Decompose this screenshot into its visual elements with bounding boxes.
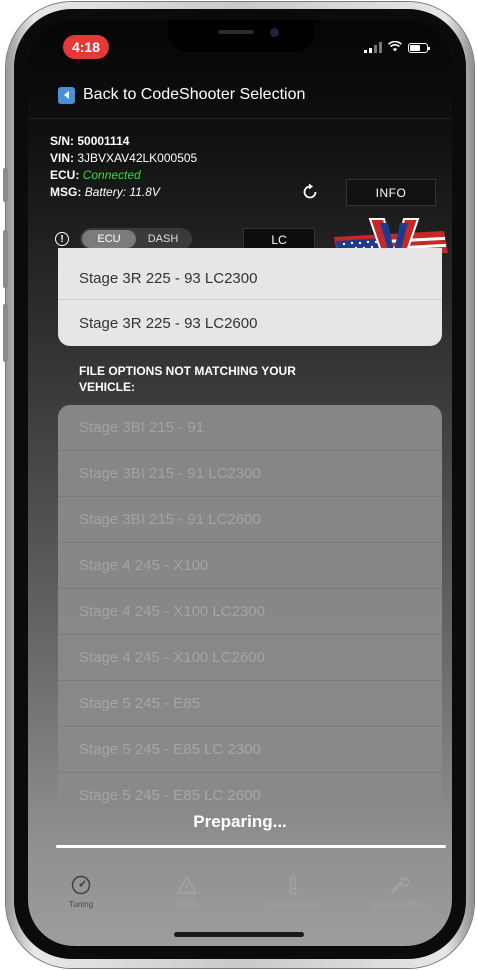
tab-data-logging[interactable]: Data Logging	[240, 868, 346, 928]
thermometer-icon	[282, 874, 304, 896]
toggle-ecu[interactable]: ECU	[82, 230, 136, 248]
status-time: 4:18	[63, 35, 109, 59]
toggle-dash[interactable]: DASH	[136, 230, 190, 248]
message-line: MSG: Battery: 11.8V	[50, 184, 197, 201]
app-screen: 4:18 Back to CodeShooter Selection S/N: …	[28, 20, 452, 946]
progress-fill	[56, 845, 446, 848]
serial-number-line: S/N: 50001114	[50, 133, 197, 150]
tab-label: DTCs	[176, 900, 198, 909]
list-item[interactable]: Stage 3BI 215 - 91	[58, 405, 442, 451]
non-matching-section-title: FILE OPTIONS NOT MATCHING YOUR VEHICLE:	[79, 364, 296, 394]
tab-device-settings[interactable]: Device Settings	[346, 868, 452, 928]
ecu-status-line: ECU: Connected	[50, 167, 197, 184]
ecu-label: ECU:	[50, 168, 80, 182]
list-item[interactable]: Stage 4 245 - X100	[58, 543, 442, 589]
list-item[interactable]: Stage 3R 225 - 93 LC2300	[58, 248, 442, 300]
msg-label: MSG:	[50, 185, 82, 199]
front-camera	[270, 28, 279, 37]
matching-files-list: Stage 3R 225 - 93 LC2300 Stage 3R 225 - …	[58, 248, 442, 346]
tab-label: Tuning	[68, 900, 94, 909]
tab-label: Data Logging	[269, 900, 317, 909]
device-info: S/N: 50001114 VIN: 3JBVXAV42LK000505 ECU…	[50, 133, 197, 201]
warning-icon	[176, 874, 198, 896]
vin-value: 3JBVXAV42LK000505	[77, 151, 198, 165]
sn-label: S/N:	[50, 134, 74, 148]
gauge-icon	[70, 874, 92, 896]
preparing-status: Preparing...	[193, 812, 287, 831]
battery-icon	[408, 42, 430, 53]
status-icons	[364, 40, 430, 54]
tab-tuning[interactable]: Tuning	[28, 868, 134, 928]
back-arrow-icon	[58, 86, 75, 104]
home-indicator	[174, 932, 304, 937]
header-divider	[28, 118, 452, 119]
silent-switch	[3, 168, 8, 202]
wrench-icon	[388, 874, 410, 896]
refresh-icon[interactable]	[300, 182, 320, 206]
wifi-icon	[388, 40, 402, 54]
notch	[168, 20, 314, 52]
vin-label: VIN:	[50, 151, 74, 165]
list-item[interactable]: Stage 3BI 215 - 91 LC2300	[58, 451, 442, 497]
ecu-dash-toggle[interactable]: ECU DASH	[80, 228, 192, 250]
non-matching-files-list: Stage 3BI 215 - 91 Stage 3BI 215 - 91 LC…	[58, 405, 442, 805]
volume-down-button	[3, 304, 8, 362]
tab-bar: Tuning DTCs Data Logging Device Settings	[28, 868, 452, 928]
list-item[interactable]: Stage 4 245 - X100 LC2600	[58, 635, 442, 681]
sn-value: 50001114	[77, 134, 130, 148]
progress-bar	[56, 845, 446, 848]
list-item[interactable]: Stage 5 245 - E85 LC 2300	[58, 727, 442, 773]
list-item[interactable]: Stage 3BI 215 - 91 LC2600	[58, 497, 442, 543]
list-item[interactable]: Stage 5 245 - E85	[58, 681, 442, 727]
cellular-signal-icon	[364, 42, 382, 53]
speaker	[218, 30, 254, 34]
tab-dtcs[interactable]: DTCs	[134, 868, 240, 928]
volume-up-button	[3, 230, 8, 288]
list-item[interactable]: Stage 5 245 - E85 LC 2600	[58, 773, 442, 805]
vin-line: VIN: 3JBVXAV42LK000505	[50, 150, 197, 167]
msg-value: Battery: 11.8V	[84, 185, 160, 199]
help-icon[interactable]: !	[55, 232, 69, 246]
tab-label: Device Settings	[371, 900, 427, 909]
back-label: Back to CodeShooter Selection	[83, 86, 306, 103]
list-item[interactable]: Stage 3R 225 - 93 LC2600	[58, 300, 442, 346]
list-item[interactable]: Stage 4 245 - X100 LC2300	[58, 589, 442, 635]
back-to-selection-button[interactable]: Back to CodeShooter Selection	[58, 86, 305, 104]
info-button[interactable]: INFO	[346, 179, 436, 206]
ecu-status-value: Connected	[82, 168, 141, 182]
